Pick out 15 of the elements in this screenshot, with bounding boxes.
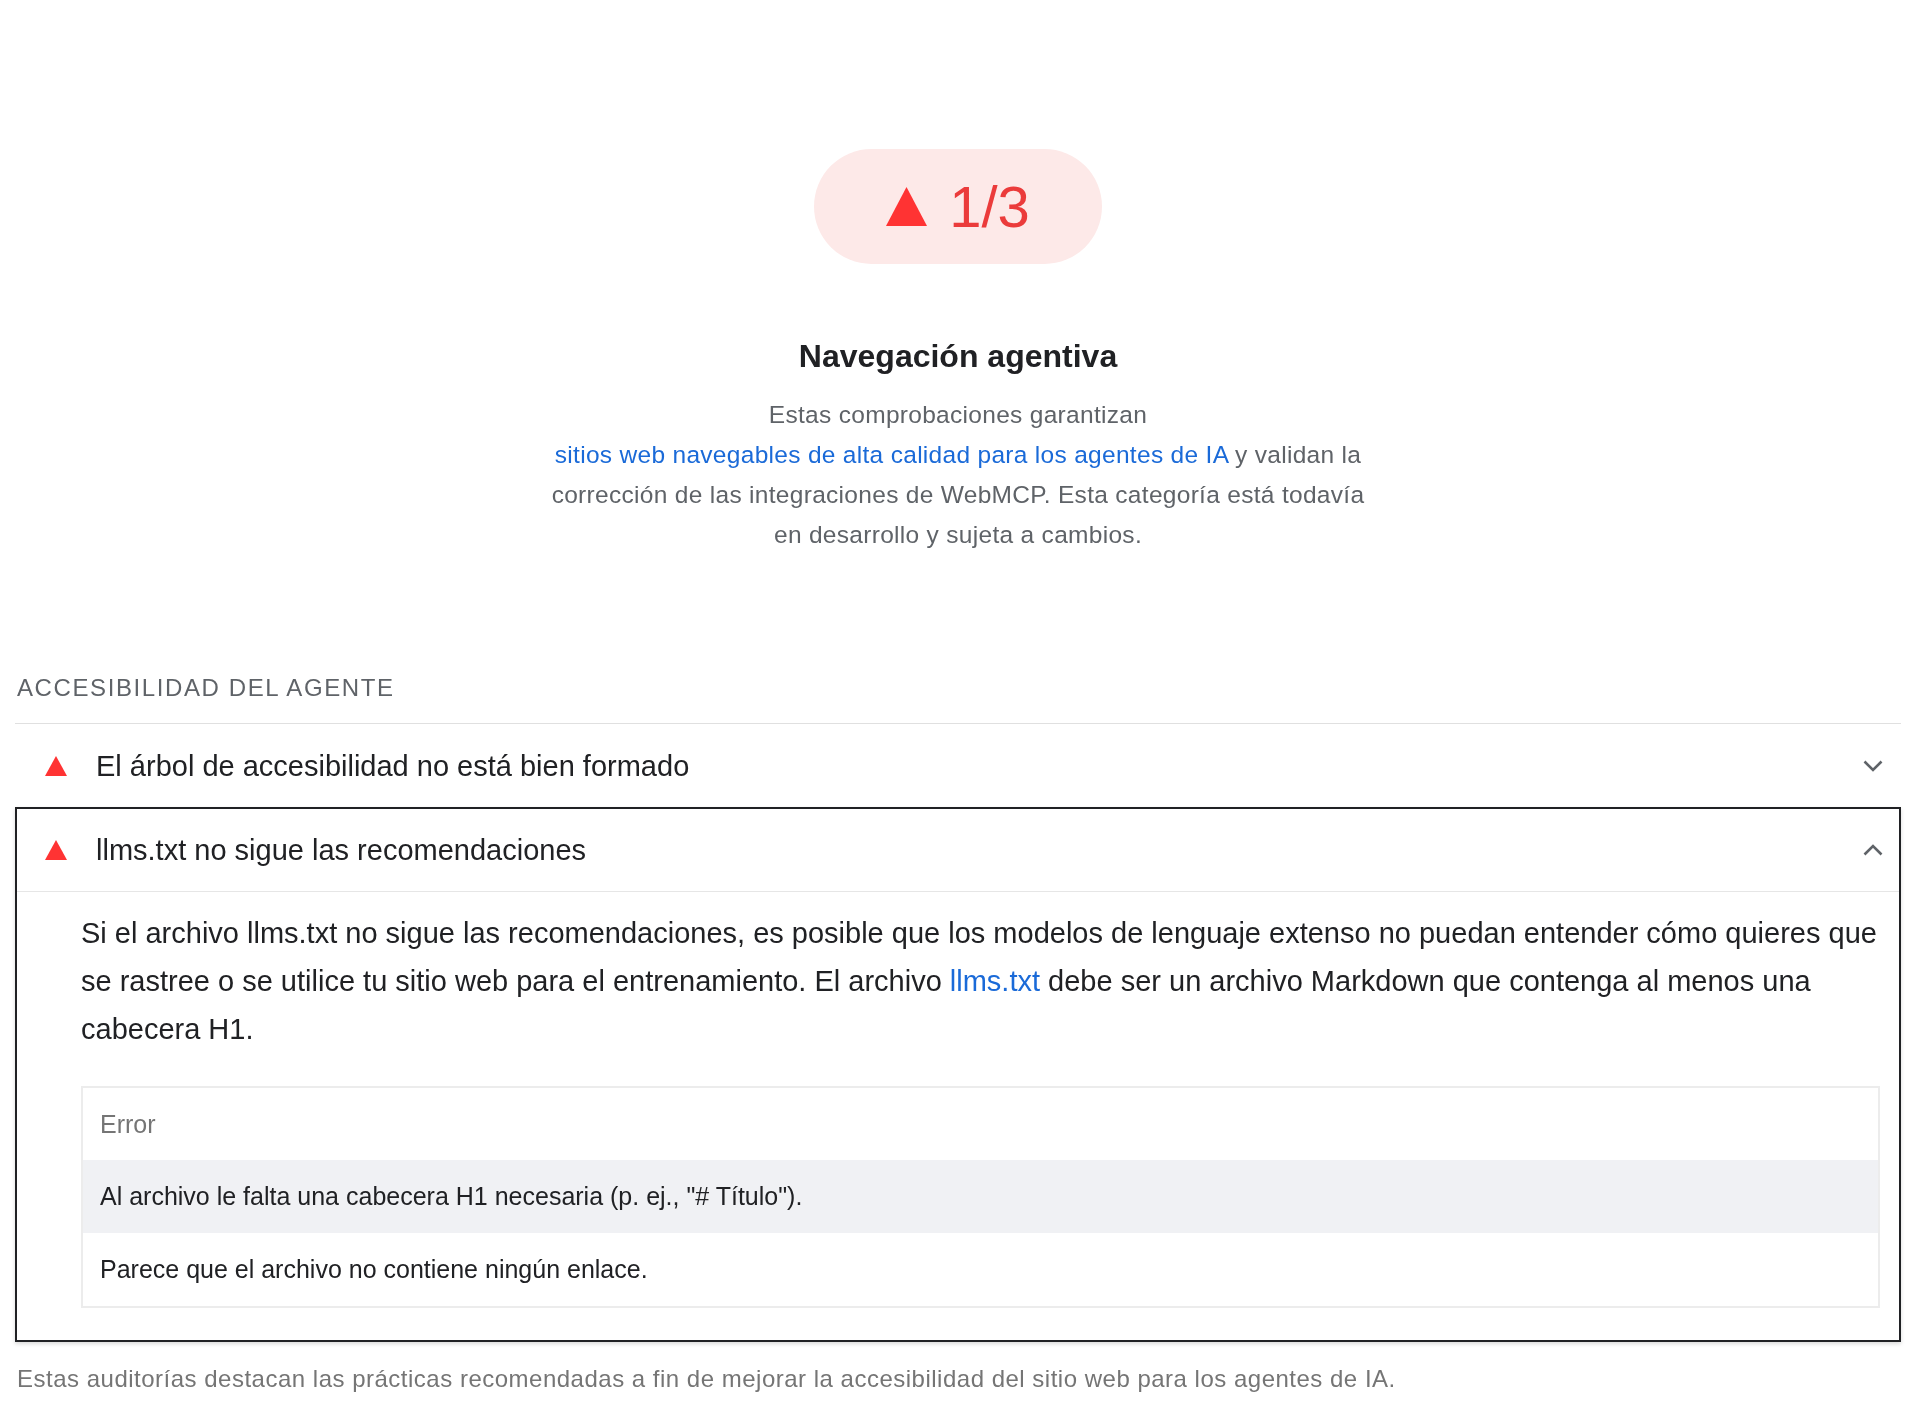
description-link[interactable]: sitios web navegables de alta calidad para los agentes de IA — [554, 441, 1228, 468]
table-header-cell: Error — [82, 1087, 1879, 1160]
chevron-down-icon[interactable] — [1863, 759, 1883, 772]
table-cell: Parece que el archivo no contiene ningún enlace. — [82, 1233, 1879, 1307]
description-link[interactable]: llms.txt — [949, 965, 1041, 997]
audit-title[interactable]: llms.txt no sigue las recomendaciones — [96, 832, 1863, 868]
category-description: Estas comprobaciones garantizan sitios web navegables de alta calidad para los agentes de IA y validan la corrección de las integraciones de WebMCP. Esta categoría está todavía en desarrollo y sujeta a cambios. — [550, 400, 1366, 550]
audit-description: Si el archivo llms.txt no sigue las recomendaciones, es posible que los modelos de lenguaje extenso no puedan entender cómo quieres que se rastree o se utilice tu sitio web para el entrenamiento. El archivo llms.txt debe ser un archivo Markdown que contenga al menos una cabecera H1. — [81, 916, 1878, 1047]
chevron-up-icon[interactable] — [1863, 844, 1883, 856]
section-footer-text: Estas auditorías destacan las prácticas recomendadas a fin de mejorar la accesibilidad del sitio web para los agentes de IA. — [16, 1364, 1397, 1394]
section-heading: ACCESIBILIDAD DEL AGENTE — [16, 673, 396, 703]
table-cell: Al archivo le falta una cabecera H1 necesaria (p. ej., "# Título"). — [82, 1160, 1879, 1233]
category-title: Navegación agentiva — [798, 337, 1118, 376]
score-text: 1/3 — [949, 173, 1030, 240]
audit-title[interactable]: El árbol de accesibilidad no está bien formado — [96, 747, 1863, 784]
